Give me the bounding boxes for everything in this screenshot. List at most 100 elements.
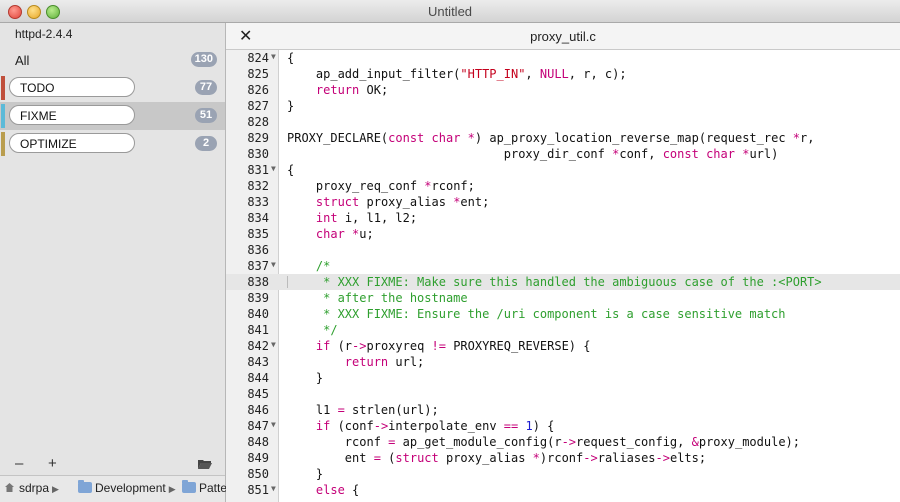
code-line[interactable]: 836 bbox=[226, 242, 900, 258]
line-number: 850 bbox=[247, 467, 269, 481]
code-line[interactable]: 839 * after the hostname bbox=[226, 290, 900, 306]
open-folder-button[interactable] bbox=[197, 457, 213, 474]
code-text: */ bbox=[287, 323, 338, 337]
code-text: /* bbox=[287, 259, 331, 273]
code-line[interactable]: 841 */ bbox=[226, 322, 900, 338]
path-separator-icon: ▶ bbox=[168, 484, 176, 494]
count-badge: 130 bbox=[190, 52, 217, 67]
code-line[interactable]: 851 ▼ else { bbox=[226, 482, 900, 498]
code-line[interactable]: 845 bbox=[226, 386, 900, 402]
code-view[interactable]: 824 ▼{825 ap_add_input_filter("HTTP_IN", … bbox=[226, 50, 900, 502]
code-line[interactable]: 849 ent = (struct proxy_alias *)rconf->r… bbox=[226, 450, 900, 466]
code-line[interactable]: 844 } bbox=[226, 370, 900, 386]
folder-icon bbox=[182, 480, 196, 493]
code-text: ent = (struct proxy_alias *)rconf->ralia… bbox=[287, 451, 707, 465]
code-line[interactable]: 831 ▼ { bbox=[226, 162, 900, 178]
sidebar-item-todo[interactable]: TODO 77 bbox=[0, 74, 225, 102]
category-color-marker bbox=[1, 132, 5, 156]
line-number: 849 bbox=[247, 451, 269, 465]
code-text: if (r->proxyreq != PROXYREQ_REVERSE) { bbox=[315, 339, 591, 353]
fold-toggle-icon[interactable]: ▼ bbox=[271, 257, 276, 273]
code-line[interactable]: 834 int i, l1, l2; bbox=[226, 210, 900, 226]
line-number: 844 bbox=[247, 371, 269, 385]
code-line[interactable]: 843 return url; bbox=[226, 354, 900, 370]
line-number: 848 bbox=[247, 435, 269, 449]
path-item[interactable]: Patte bbox=[182, 480, 227, 495]
code-text: * after the hostname bbox=[287, 291, 468, 305]
line-number: 825 bbox=[247, 67, 269, 81]
code-text: ap_add_input_filter("HTTP_IN", NULL, r, … bbox=[287, 67, 627, 81]
code-line[interactable]: 847 ▼ if (conf->interpolate_env == 1) { bbox=[226, 418, 900, 434]
code-text: { bbox=[287, 51, 295, 65]
add-button[interactable]: + bbox=[48, 455, 57, 472]
code-text: proxy_dir_conf *conf, const char *url) bbox=[287, 147, 779, 161]
code-line[interactable]: 833 struct proxy_alias *ent; bbox=[226, 194, 900, 210]
line-number: 837 bbox=[247, 259, 269, 273]
remove-button[interactable]: – bbox=[15, 455, 23, 472]
sidebar: httpd-2.4.4 All 130 TODO 77 FIXME 51 OPT… bbox=[0, 23, 227, 502]
sidebar-item-label[interactable]: TODO bbox=[9, 77, 135, 97]
fold-toggle-icon[interactable]: ▼ bbox=[271, 417, 276, 433]
code-line[interactable]: 838 * XXX FIXME: Make sure this handled … bbox=[226, 274, 900, 290]
title-bar: Untitled bbox=[0, 0, 900, 23]
code-text: } bbox=[287, 371, 324, 385]
line-number: 824 bbox=[247, 51, 269, 65]
line-number: 836 bbox=[247, 243, 269, 257]
file-tab-title: proxy_util.c bbox=[530, 29, 596, 44]
line-number: 827 bbox=[247, 99, 269, 113]
code-line[interactable]: 830 proxy_dir_conf *conf, const char *ur… bbox=[226, 146, 900, 162]
code-line[interactable]: 835 char *u; bbox=[226, 226, 900, 242]
line-number: 840 bbox=[247, 307, 269, 321]
code-line[interactable]: 825 ap_add_input_filter("HTTP_IN", NULL,… bbox=[226, 66, 900, 82]
code-line[interactable]: 827} bbox=[226, 98, 900, 114]
path-item[interactable]: Development ▶ bbox=[78, 480, 179, 495]
category-color-marker bbox=[1, 76, 5, 100]
line-number: 843 bbox=[247, 355, 269, 369]
code-line[interactable]: 840 * XXX FIXME: Ensure the /uri compone… bbox=[226, 306, 900, 322]
code-line[interactable]: 826 return OK; bbox=[226, 82, 900, 98]
count-badge: 2 bbox=[195, 136, 217, 151]
path-separator-icon: ▶ bbox=[52, 484, 59, 494]
line-number: 833 bbox=[247, 195, 269, 209]
code-text: return OK; bbox=[315, 83, 389, 97]
code-line[interactable]: 837 ▼ /* bbox=[226, 258, 900, 274]
line-number: 846 bbox=[247, 403, 269, 417]
code-line[interactable]: 842 ▼ if (r->proxyreq != PROXYREQ_REVERSE… bbox=[226, 338, 900, 354]
code-text: char *u; bbox=[315, 227, 374, 241]
code-line[interactable]: 824 ▼ { bbox=[226, 50, 900, 66]
sidebar-item-label[interactable]: OPTIMIZE bbox=[9, 133, 135, 153]
category-color-marker bbox=[1, 104, 5, 128]
line-number: 826 bbox=[247, 83, 269, 97]
code-line[interactable]: 829 PROXY_DECLARE(const char *) ap_proxy_… bbox=[226, 130, 900, 146]
line-number: 832 bbox=[247, 179, 269, 193]
sidebar-item-all[interactable]: All 130 bbox=[0, 46, 225, 74]
line-number: 834 bbox=[247, 211, 269, 225]
fold-toggle-icon[interactable]: ▼ bbox=[271, 481, 276, 497]
code-text: * XXX FIXME: Ensure the /uri component i… bbox=[287, 307, 786, 321]
code-text: if (conf->interpolate_env == 1) { bbox=[315, 419, 555, 433]
line-number: 842 bbox=[247, 339, 269, 353]
sidebar-item-fixme[interactable]: FIXME 51 bbox=[0, 102, 225, 130]
sidebar-item-label[interactable]: FIXME bbox=[9, 105, 135, 125]
code-line[interactable]: 850 } bbox=[226, 466, 900, 482]
fold-toggle-icon[interactable]: ▼ bbox=[271, 50, 276, 65]
code-line[interactable]: 846 l1 = strlen(url); bbox=[226, 402, 900, 418]
code-line[interactable]: 832 proxy_req_conf *rconf; bbox=[226, 178, 900, 194]
path-bar: sdrpa ▶ Development ▶ Patte bbox=[0, 475, 227, 502]
line-number: 839 bbox=[247, 291, 269, 305]
code-line[interactable]: 828 bbox=[226, 114, 900, 130]
code-text: PROXY_DECLARE(const char *) ap_proxy_loc… bbox=[287, 131, 815, 145]
fold-toggle-icon[interactable]: ▼ bbox=[271, 161, 276, 177]
code-line[interactable]: 848 rconf = ap_get_module_config(r->requ… bbox=[226, 434, 900, 450]
sidebar-toolbar: – + bbox=[0, 452, 225, 476]
code-text: } bbox=[287, 99, 295, 113]
code-text: } bbox=[287, 467, 324, 481]
code-text: { bbox=[287, 163, 295, 177]
code-text: proxy_req_conf *rconf; bbox=[287, 179, 475, 193]
sidebar-item-optimize[interactable]: OPTIMIZE 2 bbox=[0, 130, 225, 158]
line-number: 841 bbox=[247, 323, 269, 337]
code-text: struct proxy_alias *ent; bbox=[315, 195, 490, 209]
path-item[interactable]: sdrpa ▶ bbox=[19, 481, 62, 495]
project-name: httpd-2.4.4 bbox=[15, 27, 73, 41]
fold-toggle-icon[interactable]: ▼ bbox=[271, 337, 276, 353]
